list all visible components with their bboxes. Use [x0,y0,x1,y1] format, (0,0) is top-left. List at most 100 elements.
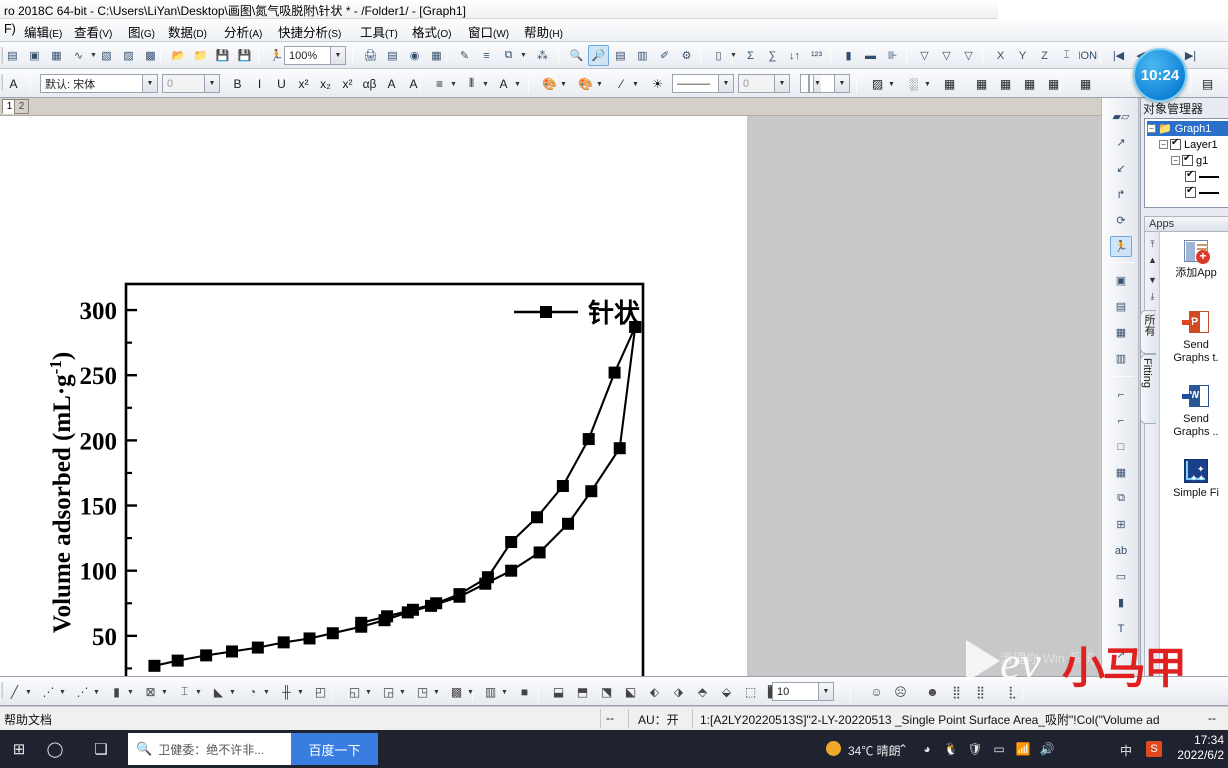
chevron-down-icon[interactable]: ▼ [127,689,134,696]
gear-button[interactable]: ⚙ [676,45,697,66]
legend-button[interactable]: ▭ [1110,566,1132,587]
contour-tool-button[interactable]: ◰ [310,681,331,702]
greek-button[interactable]: αβ [360,74,379,93]
mask-range-button[interactable]: ⣇ [1002,681,1023,702]
chevron-down-icon[interactable]: ▼ [718,75,733,92]
set-z-button[interactable]: Z [1034,45,1055,66]
series-marker[interactable] [381,610,394,623]
tree-node-plot1[interactable] [1185,169,1219,184]
new-project-button[interactable]: ▤ [2,45,23,66]
open-button[interactable]: 📂 [168,45,189,66]
search-input[interactable]: 卫健委：绝不许非... [158,741,264,758]
chevron-down-icon[interactable]: ▼ [632,81,639,88]
menu-item-tools[interactable]: 工具(T) [358,22,400,40]
chevron-down-icon[interactable]: ▼ [501,689,508,696]
series-marker[interactable] [453,588,466,601]
tray-shield-icon[interactable]: 🛡 [966,738,984,760]
fill-color-button[interactable]: 🎨 [540,74,559,93]
app-send-word[interactable]: W Send Graphs .. [1163,384,1228,439]
subscript-button[interactable]: x₂ [316,74,335,93]
layer-1x1-button[interactable]: ▣ [1110,270,1132,291]
palette-button[interactable]: 🎨 [576,74,595,93]
axis-bottom-button[interactable]: ⌐ [1110,410,1132,431]
chevron-down-icon[interactable]: ▼ [161,689,168,696]
tray-qq-icon[interactable]: 🐧 [942,738,960,760]
menu-item-graph[interactable]: 图(G) [126,22,157,40]
menu-item-help[interactable]: 帮助(H) [522,22,565,40]
taskbar-cortana-button[interactable]: ◯ [44,738,66,760]
vtab-fitting[interactable]: Fitting [1140,354,1156,424]
series-marker[interactable] [406,603,419,616]
series-marker[interactable] [613,442,626,455]
ternary-tool-button[interactable]: ▥ [480,681,501,702]
menu-item-file[interactable]: F) [2,22,18,39]
tray-weather-text[interactable]: 34℃ 晴朗 [848,742,901,759]
chevron-down-icon[interactable]: ▼ [433,689,440,696]
chevron-down-icon[interactable]: ▼ [59,689,66,696]
tray-ime-indicator[interactable]: 中 [1120,742,1132,759]
tray-volume-icon[interactable]: 🔊 [1038,738,1056,760]
underline-button[interactable]: U [272,74,291,93]
chevron-down-icon[interactable]: ▼ [774,75,789,92]
print-button[interactable]: 🖨 [360,45,381,66]
taskbar-start-button[interactable]: ⊞ [8,738,30,760]
visibility-checkbox[interactable] [1185,169,1196,182]
align-top-button[interactable]: ⬖ [644,681,665,702]
layer-2x1-button[interactable]: ▤ [1110,296,1132,317]
tick-button[interactable]: ⊞ [1110,514,1132,535]
series-marker[interactable] [326,627,339,640]
menu-item-analysis[interactable]: 分析(A) [222,22,264,40]
set-error-button[interactable]: ⌶ [1056,45,1077,66]
line-tool-button[interactable]: ╱ [4,681,25,702]
font-color-button[interactable]: A [494,74,513,93]
set-none-button[interactable]: NONE [1078,45,1099,66]
apps-scrollbar[interactable]: ⤒ ▲ ▼ ⤓ [1145,232,1160,690]
series-marker[interactable] [200,649,213,662]
save-project-button[interactable]: 💾 [212,45,233,66]
tray-battery-icon[interactable]: ▭ [990,738,1008,760]
taskbar-search-box[interactable]: 🔍 卫健委：绝不许非... [128,733,306,765]
text-tool-button[interactable]: A [4,74,23,93]
tree-node-plot2[interactable] [1185,185,1219,200]
rescale-axis-button[interactable]: ↱ [1110,184,1132,205]
fit-axes-button[interactable]: ↙ [1110,158,1132,179]
chevron-down-icon[interactable]: ▼ [834,75,849,92]
series-marker[interactable] [582,433,595,446]
column-tool-button[interactable]: ▮ [106,681,127,702]
data-reader-button[interactable]: ▤ [610,45,631,66]
zoom-panel-button[interactable]: 🔎 [588,45,609,66]
menu-item-format[interactable]: 格式(O) [410,22,453,40]
font-size-combo-bottom[interactable]: 10 ▼ [772,682,834,701]
italic-button[interactable]: I [250,74,269,93]
merge-layer-button[interactable]: ▥ [1110,348,1132,369]
y-axis-title[interactable]: Volume adsorbed (mL·g-1) [46,352,76,633]
expand-collapse-icon[interactable]: − [1159,140,1168,149]
new-matrix-button[interactable]: ▧ [96,45,117,66]
normalize-button[interactable]: ¹²³ [806,45,827,66]
new-graph-button[interactable]: ▣ [24,45,45,66]
print-preview-button[interactable]: ▤ [382,45,403,66]
zoom-in-button[interactable]: 🔍 [566,45,587,66]
dup-button[interactable]: ▤ [1198,74,1217,93]
chevron-down-icon[interactable]: ▼ [142,75,157,92]
text-button[interactable]: T [1110,618,1132,639]
chevron-down-icon[interactable]: ▼ [297,689,304,696]
line-symbol-button[interactable]: ⋰ [72,681,93,702]
visibility-checkbox[interactable] [1185,185,1196,198]
apps-scroll-top[interactable]: ⤒ [1147,238,1158,250]
distribute-h-button[interactable]: ⬘ [692,681,713,702]
align-bottom-button[interactable]: ⬗ [668,681,689,702]
chevron-down-icon[interactable]: ▼ [195,689,202,696]
tick-style-button[interactable]: ⦀ [462,74,481,93]
save-template-button[interactable]: 💾 [234,45,255,66]
tray-wifi-icon[interactable]: 📶 [1014,738,1032,760]
bar3d-tool-button[interactable]: ◲ [378,681,399,702]
set-y-button[interactable]: Y [1012,45,1033,66]
align-left-button[interactable]: ⬒ [572,681,593,702]
image-tool-button[interactable]: ■ [514,681,535,702]
app-send-ppt[interactable]: P Send Graphs t. [1163,310,1228,365]
series-marker[interactable] [225,645,238,658]
mask-show-button[interactable]: ☻ [922,681,943,702]
chevron-down-icon[interactable]: ▼ [93,689,100,696]
series-marker[interactable] [505,564,518,577]
